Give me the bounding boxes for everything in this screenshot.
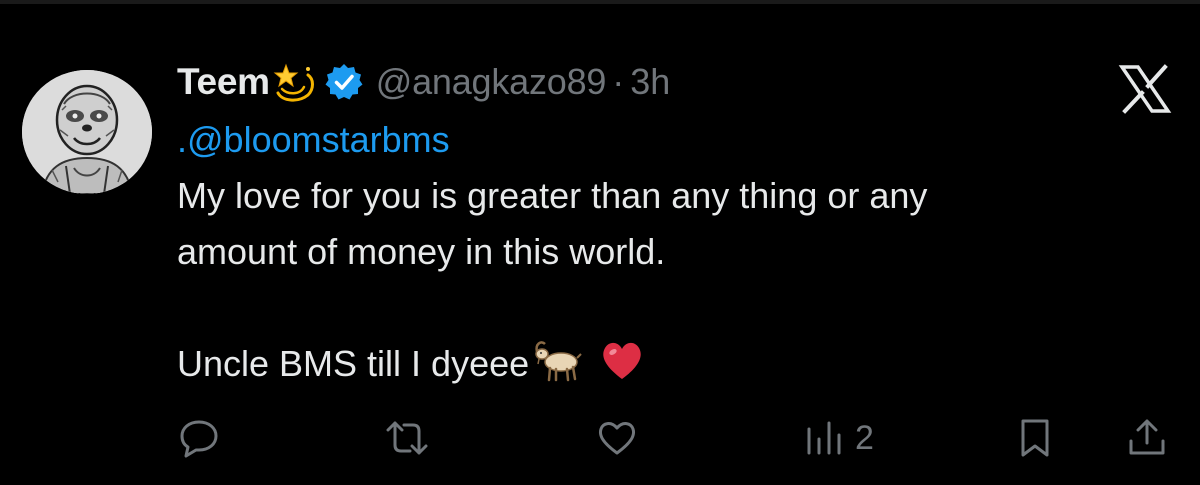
bookmark-button[interactable] [1014,410,1056,466]
x-logo-icon[interactable] [1118,64,1172,114]
share-icon [1129,419,1165,455]
heart-icon [598,422,636,455]
display-name[interactable]: Teem [177,61,270,103]
share-button[interactable] [1126,410,1168,466]
retweet-button[interactable] [386,410,428,466]
reply-button[interactable] [178,410,220,466]
tweet-text-line-2: amount of money in this world. [177,231,666,272]
tweet: Teem @anagkazo89 · 3h .@bloomstarbms My … [177,56,1137,392]
mention-prefix: . [177,119,188,160]
verified-badge-icon[interactable] [324,62,364,102]
views-count: 2 [855,418,874,457]
separator-dot: · [612,61,625,102]
red-heart-emoji [603,342,641,379]
top-divider [0,0,1200,4]
bookmark-icon [1021,419,1049,457]
views-bar-chart-icon [807,421,841,455]
tweet-text-closing-line: Uncle BMS till I dyeee [177,336,1137,392]
reply-icon [180,420,218,458]
retweet-icon [386,421,428,455]
mention-link[interactable]: @bloomstarbms [187,119,450,160]
like-button[interactable] [596,410,638,466]
goat-emoji [535,341,582,382]
dizzy-star-emoji [273,63,314,102]
tweet-text-line-1: My love for you is greater than any thin… [177,175,928,216]
sloth-sketch-avatar-image [22,70,152,194]
tweet-header: Teem @anagkazo89 · 3h [177,56,1137,108]
avatar[interactable] [22,70,152,194]
action-bar: 2 [0,410,1200,466]
timestamp[interactable]: 3h [630,61,670,103]
handle[interactable]: @anagkazo89 [376,61,607,103]
closing-text: Uncle BMS till I dyeee [177,343,530,384]
mention-line: .@bloomstarbms [177,112,1137,168]
views-button[interactable]: 2 [803,410,874,466]
